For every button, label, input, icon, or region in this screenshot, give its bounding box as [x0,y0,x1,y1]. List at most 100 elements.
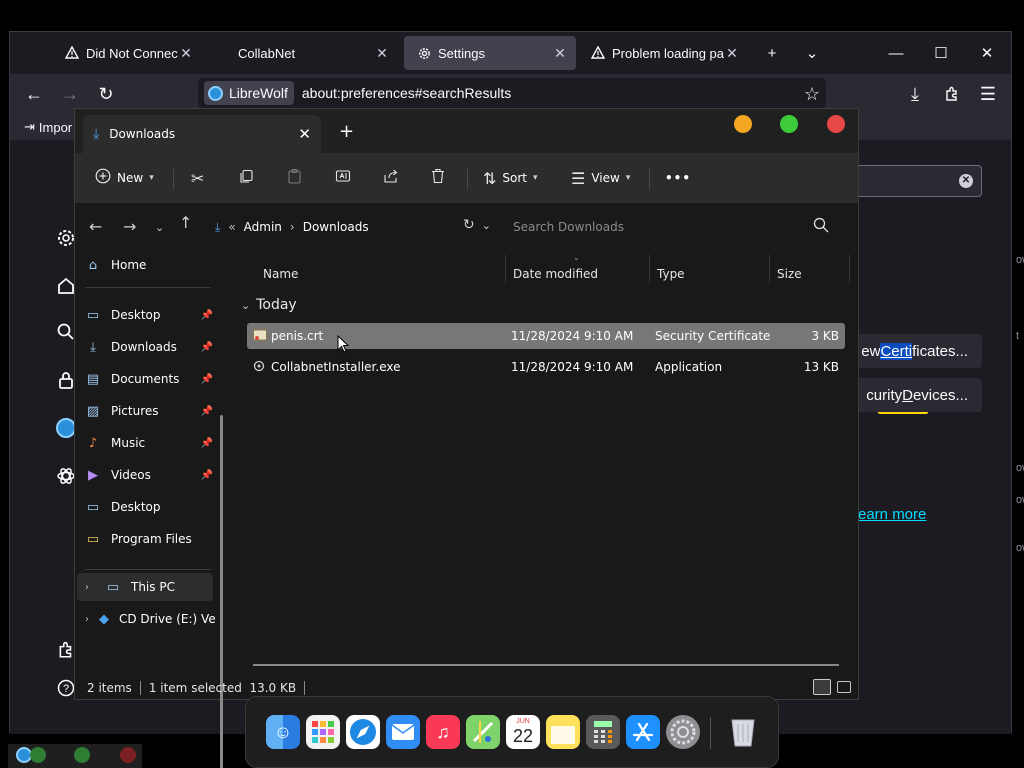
calendar-icon[interactable]: JUN 22 [506,715,540,749]
sort-button[interactable]: ⇅ Sort ▾ [483,165,538,191]
breadcrumb-separator: › [289,220,295,234]
breadcrumb-item-admin[interactable]: Admin [244,220,282,234]
horizontal-scrollbar[interactable] [253,664,839,666]
browser-tab-settings[interactable]: Settings ✕ [404,36,576,70]
close-traffic-light[interactable] [827,115,845,133]
trash-icon[interactable] [726,715,760,749]
paste-button[interactable] [287,165,302,191]
column-divider[interactable] [505,255,506,283]
nav-label: Documents [111,372,180,386]
copy-button[interactable] [239,165,254,191]
safari-icon[interactable] [346,715,380,749]
nav-item-program-files[interactable]: ▭ Program Files [85,525,215,553]
close-tab-icon[interactable]: ✕ [374,45,390,62]
close-tab-icon[interactable]: ✕ [724,45,740,62]
recent-locations-chevron-icon[interactable]: ⌄ [155,221,164,234]
minimize-traffic-light[interactable] [734,115,752,133]
maximize-traffic-light[interactable] [780,115,798,133]
tab-list-button[interactable]: ⌄ [800,42,824,64]
add-tab-button[interactable]: + [339,121,354,142]
finder-icon[interactable]: ☺ [266,715,300,749]
extensions-icon[interactable] [938,82,966,106]
chevron-down-icon[interactable]: ⌄ [482,219,491,232]
find-in-settings-input[interactable]: ✕ [848,165,982,197]
table-row[interactable]: CollabnetInstaller.exe 11/28/2024 9:10 A… [247,354,845,380]
tab-label: Did Not Connect: Pot [86,45,178,61]
chevron-right-icon[interactable]: › [85,582,95,593]
new-tab-button[interactable]: + [760,42,784,64]
explorer-tab-downloads[interactable]: ⤓ Downloads ✕ [83,115,321,153]
button-label-suffix: ficates... [912,342,968,360]
rename-button[interactable] [335,165,351,191]
bookmark-import[interactable]: ⇥ Impor [24,119,72,135]
column-header-name[interactable]: Name [263,267,298,281]
close-tab-icon[interactable]: ✕ [552,45,568,62]
browser-tab-did-not-connect[interactable]: Did Not Connect: Pot ✕ [52,36,202,70]
url-bar[interactable]: LibreWolf about:preferences#searchResult… [198,78,826,108]
refresh-icon[interactable]: ↻ [463,217,475,233]
identity-box[interactable]: LibreWolf [204,81,294,105]
star-icon[interactable]: ☆ [798,82,826,106]
column-divider[interactable] [849,255,850,283]
search-input[interactable]: Search Downloads [503,213,843,241]
tiles-view-button[interactable] [837,681,851,693]
column-header-type[interactable]: Type [657,267,685,281]
home-icon: ⌂ [88,257,98,273]
clear-search-icon[interactable]: ✕ [959,174,973,188]
delete-button[interactable] [431,165,445,191]
group-header-today[interactable]: ⌄ Today [241,297,297,313]
browser-tab-collabnet[interactable]: CollabNet ✕ [226,36,398,70]
close-icon[interactable]: ✕ [298,125,311,143]
breadcrumb-overflow[interactable]: « [228,220,235,234]
nav-item-videos[interactable]: ▶ Videos 📌 [85,461,215,489]
nav-item-documents[interactable]: ▤ Documents 📌 [85,365,215,393]
nav-item-home[interactable]: ⌂ Home [85,251,215,279]
nav-item-cd-drive[interactable]: › ◆ CD Drive (E:) Ver [77,605,215,633]
up-arrow-icon[interactable]: ↑ [179,213,192,232]
reload-button[interactable]: ↻ [92,82,120,106]
documents-icon: ▤ [86,371,100,387]
forward-button[interactable]: → [56,82,84,106]
mail-icon[interactable] [386,715,420,749]
notes-icon[interactable] [546,715,580,749]
forward-arrow-icon[interactable]: → [123,217,136,236]
nav-item-pictures[interactable]: ▨ Pictures 📌 [85,397,215,425]
column-divider[interactable] [649,255,650,283]
column-header-size[interactable]: Size [777,267,802,281]
share-button[interactable] [383,165,399,191]
new-button[interactable]: New ▾ [95,165,154,191]
column-header-date[interactable]: Date modified [513,267,598,281]
breadcrumb-item-downloads[interactable]: Downloads [303,220,369,234]
maps-icon[interactable] [466,715,500,749]
cut-button[interactable]: ✂ [191,165,204,191]
calculator-icon[interactable] [586,715,620,749]
downloads-icon[interactable]: ⤓ [901,82,929,106]
launchpad-icon[interactable] [306,715,340,749]
music-icon[interactable]: ♫ [426,715,460,749]
back-arrow-icon[interactable]: ← [89,217,102,236]
learn-more-link[interactable]: earn more [858,506,926,523]
nav-item-desktop[interactable]: ▭ Desktop 📌 [85,301,215,329]
close-window-button[interactable]: ✕ [975,42,999,64]
details-view-button[interactable] [813,679,831,695]
menu-icon[interactable]: ☰ [974,82,1002,106]
app-store-icon[interactable] [626,715,660,749]
column-divider[interactable] [769,255,770,283]
security-devices-button[interactable]: curity Devices... [846,378,982,412]
nav-item-this-pc[interactable]: › ▭ This PC [77,573,213,601]
maximize-button[interactable]: ☐ [929,42,953,64]
nav-item-downloads[interactable]: ⤓ Downloads 📌 [85,333,215,361]
minimize-button[interactable]: — [884,42,908,64]
breadcrumb[interactable]: ⤓ « Admin › Downloads ⌄ [215,213,491,241]
back-button[interactable]: ← [20,82,48,106]
view-certificates-button[interactable]: ew Certi ficates... [846,334,982,368]
more-options-button[interactable]: ••• [665,165,691,191]
nav-item-music[interactable]: ♪ Music 📌 [85,429,215,457]
chevron-right-icon[interactable]: › [85,614,89,625]
browser-tab-problem-loading[interactable]: Problem loading page ✕ [578,36,748,70]
nav-scrollbar[interactable] [220,415,223,768]
system-settings-icon[interactable] [666,715,700,749]
nav-item-desktop-folder[interactable]: ▭ Desktop [85,493,215,521]
close-tab-icon[interactable]: ✕ [178,45,194,62]
view-button[interactable]: ☰ View ▾ [571,165,630,191]
